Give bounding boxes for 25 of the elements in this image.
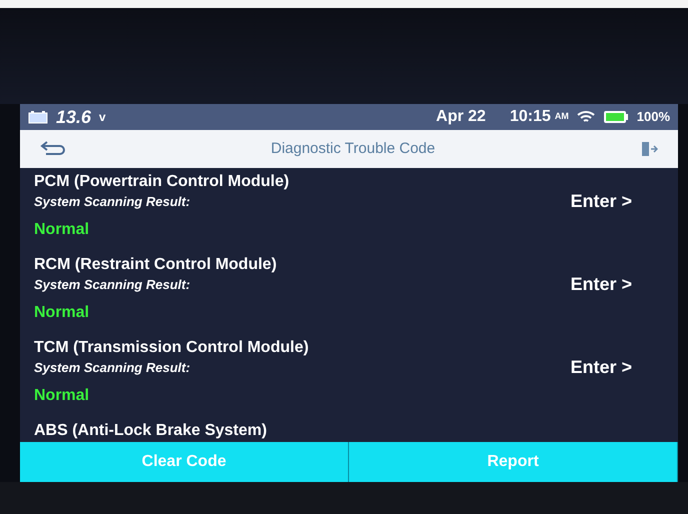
- module-name: RCM (Restraint Control Module): [34, 255, 277, 275]
- back-icon[interactable]: [40, 140, 66, 158]
- result-label: System Scanning Result:: [34, 276, 192, 294]
- screen-title: Diagnostic Trouble Code: [270, 138, 436, 159]
- voltage-reading: 13.6: [56, 106, 92, 128]
- result-status: Normal: [34, 386, 90, 406]
- module-name: ABS (Anti-Lock Brake System): [34, 421, 267, 441]
- enter-button[interactable]: Enter >: [570, 188, 632, 215]
- date-label: Apr 22: [436, 107, 486, 127]
- enter-button[interactable]: Enter >: [570, 271, 632, 298]
- voltage-unit: v: [99, 109, 106, 126]
- battery-icon: [602, 110, 629, 124]
- battery-percent: 100%: [636, 108, 670, 126]
- result-status: Normal: [34, 302, 90, 322]
- exit-icon[interactable]: [640, 140, 658, 158]
- wifi-icon: [576, 110, 595, 124]
- result-label: System Scanning Result:: [34, 193, 192, 211]
- time-label: 10:15: [510, 107, 551, 127]
- enter-button[interactable]: Enter >: [570, 354, 632, 381]
- time-suffix: AM: [554, 110, 569, 124]
- module-name: TCM (Transmission Control Module): [34, 338, 309, 358]
- result-label: System Scanning Result:: [34, 359, 192, 377]
- car-battery-icon: [28, 110, 48, 124]
- module-name: PCM (Powertrain Control Module): [34, 172, 290, 192]
- result-status: Normal: [34, 220, 90, 240]
